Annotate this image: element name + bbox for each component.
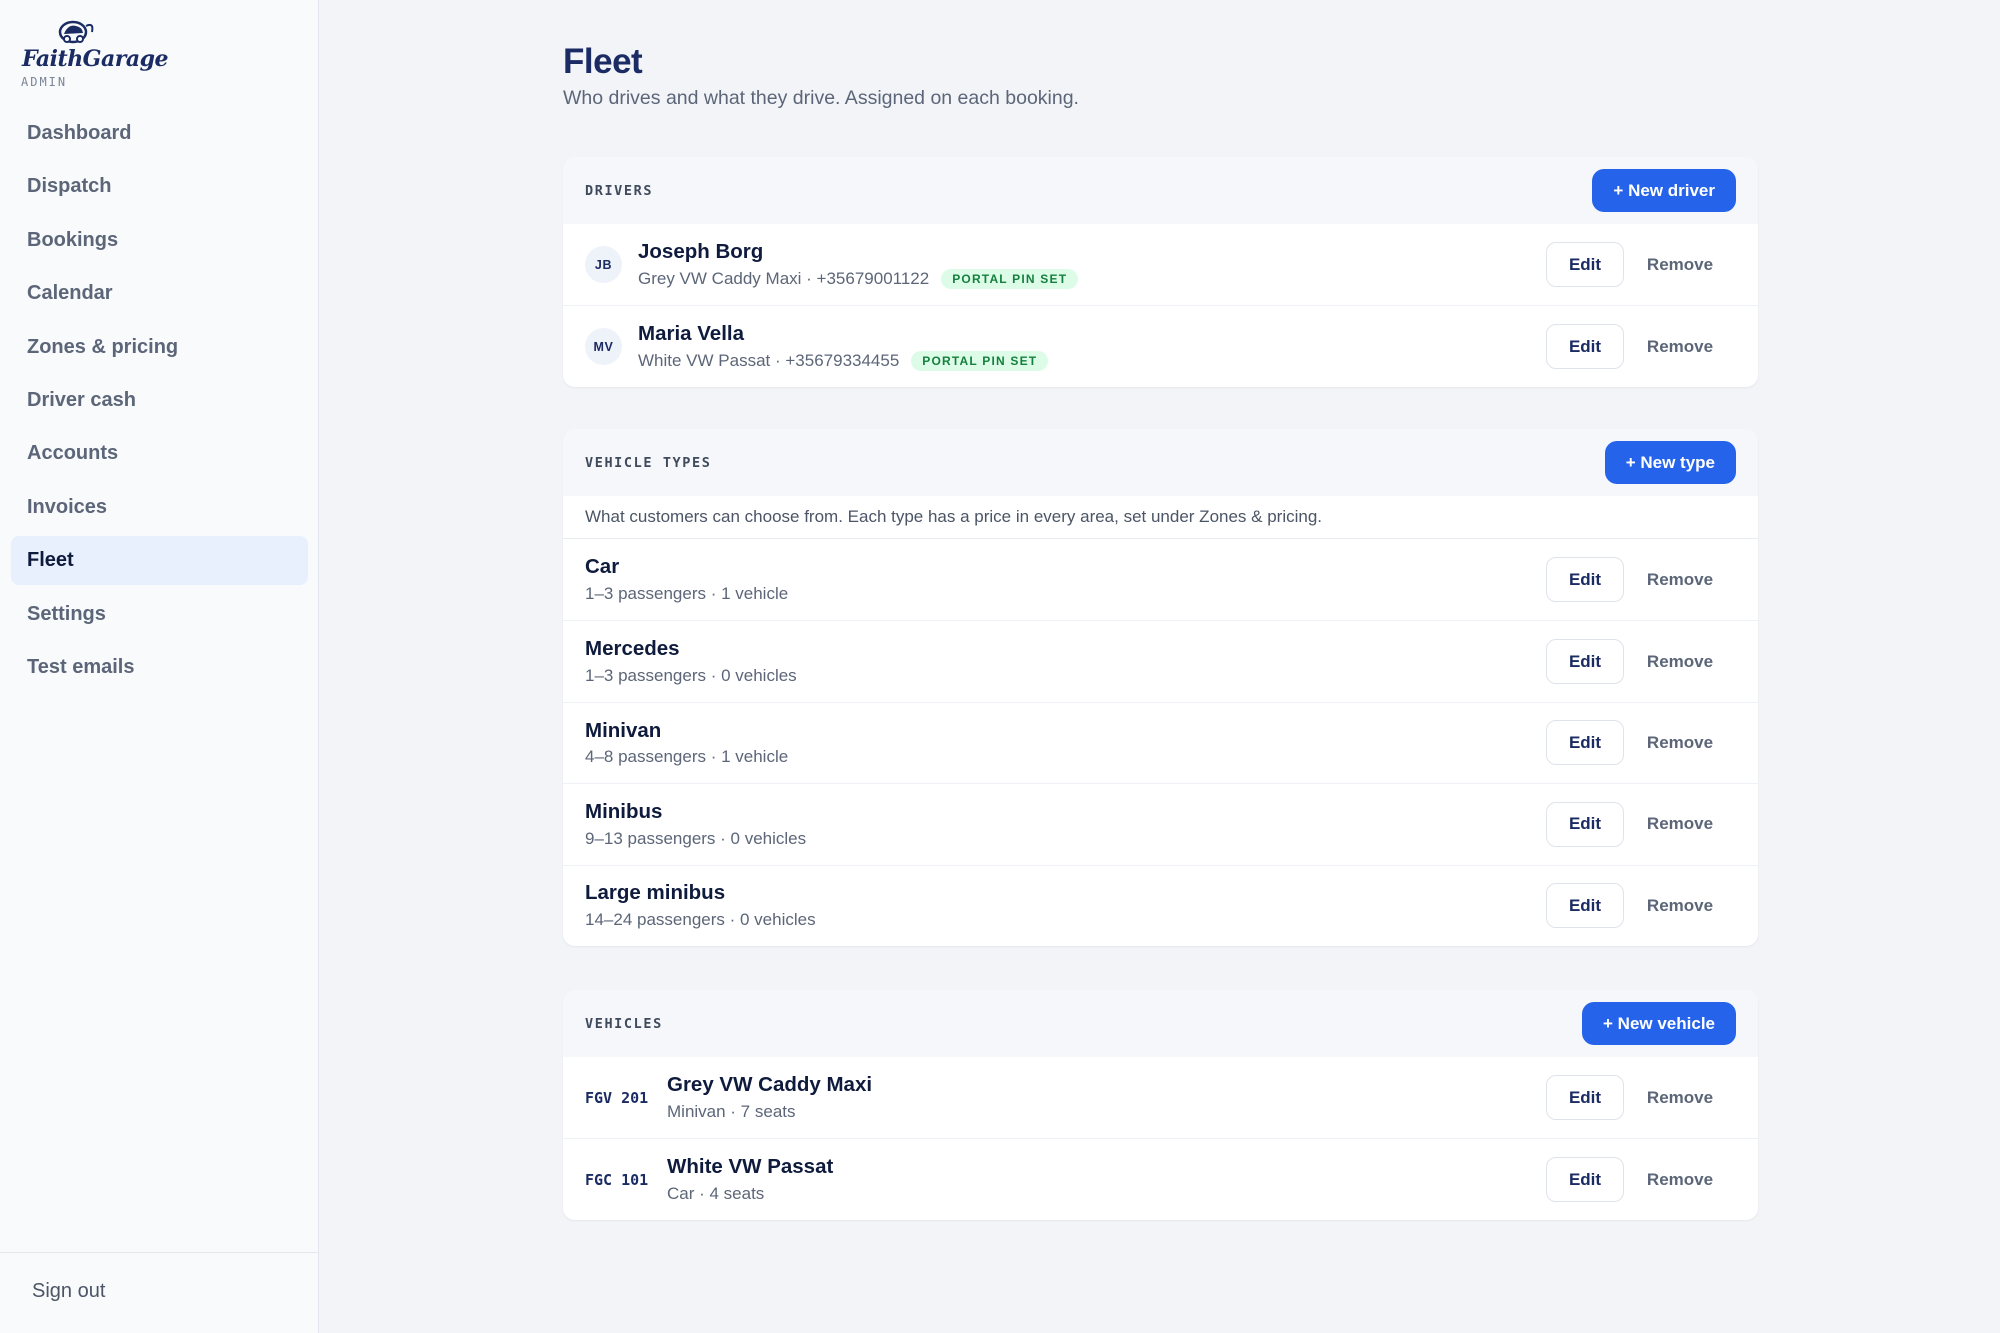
sidebar-item-driver-cash[interactable]: Driver cash <box>11 376 308 425</box>
driver-name: Joseph Borg <box>638 240 764 264</box>
driver-info: Maria Vella White VW Passat · +356793344… <box>638 322 1546 371</box>
vehicle-types-note: What customers can choose from. Each typ… <box>563 496 1758 539</box>
brand-sub: ADMIN <box>21 75 68 89</box>
vehicle-type-info: Minivan 4–8 passengers · 1 vehicle <box>585 719 1546 768</box>
driver-name: Maria Vella <box>638 322 744 346</box>
vehicle-type-info: Mercedes 1–3 passengers · 0 vehicles <box>585 637 1546 686</box>
page-title: Fleet <box>563 42 643 81</box>
vehicle-type-row: Minivan 4–8 passengers · 1 vehicle Edit … <box>563 701 1758 783</box>
vehicles-card-header: VEHICLES + New vehicle <box>563 990 1758 1057</box>
remove-driver-button[interactable]: Remove <box>1630 255 1730 275</box>
vehicles-heading: VEHICLES <box>585 1015 663 1032</box>
remove-type-button[interactable]: Remove <box>1630 814 1730 834</box>
vehicle-row: FGC 101 White VW Passat Car · 4 seats Ed… <box>563 1138 1758 1219</box>
remove-type-button[interactable]: Remove <box>1630 733 1730 753</box>
vehicle-type-meta: 9–13 passengers · 0 vehicles <box>585 828 807 848</box>
sidebar-item-calendar[interactable]: Calendar <box>11 269 308 318</box>
remove-vehicle-button[interactable]: Remove <box>1630 1088 1730 1108</box>
sidebar-item-dispatch[interactable]: Dispatch <box>11 162 308 211</box>
vehicle-type-meta: 1–3 passengers · 1 vehicle <box>585 583 789 603</box>
driver-row: JB Joseph Borg Grey VW Caddy Maxi · +356… <box>563 224 1758 305</box>
vehicle-type-row: Car 1–3 passengers · 1 vehicle Edit Remo… <box>563 539 1758 620</box>
vehicle-type-info: Car 1–3 passengers · 1 vehicle <box>585 555 1546 604</box>
portal-pin-badge: PORTAL PIN SET <box>911 350 1049 371</box>
edit-vehicle-button[interactable]: Edit <box>1546 1075 1624 1121</box>
driver-vehicle-phone: Grey VW Caddy Maxi · +35679001122 <box>638 268 930 288</box>
edit-driver-button[interactable]: Edit <box>1546 324 1624 370</box>
vehicle-types-heading: VEHICLE TYPES <box>585 454 712 471</box>
vehicle-type-row: Minibus 9–13 passengers · 0 vehicles Edi… <box>563 783 1758 864</box>
edit-driver-button[interactable]: Edit <box>1546 242 1624 288</box>
new-vehicle-button[interactable]: + New vehicle <box>1582 1002 1736 1045</box>
vehicle-type-meta: 4–8 passengers · 1 vehicle <box>585 747 789 767</box>
vehicle-name: White VW Passat <box>667 1155 834 1179</box>
sidebar-item-fleet[interactable]: Fleet <box>11 536 308 586</box>
new-type-button[interactable]: + New type <box>1604 441 1736 484</box>
sidebar-nav: Dashboard Dispatch Bookings Calendar Zon… <box>11 109 308 696</box>
edit-vehicle-button[interactable]: Edit <box>1546 1157 1624 1203</box>
vehicle-type-row: Large minibus 14–24 passengers · 0 vehic… <box>563 864 1758 946</box>
vehicle-plate: FGV 201 <box>585 1088 649 1107</box>
remove-type-button[interactable]: Remove <box>1630 896 1730 916</box>
remove-vehicle-button[interactable]: Remove <box>1630 1170 1730 1190</box>
driver-avatar: MV <box>585 328 622 366</box>
remove-driver-button[interactable]: Remove <box>1630 337 1730 357</box>
sidebar-item-bookings[interactable]: Bookings <box>11 216 308 265</box>
sign-out-link[interactable]: Sign out <box>32 1280 105 1303</box>
sidebar-item-settings[interactable]: Settings <box>11 590 308 639</box>
vehicle-name: Grey VW Caddy Maxi <box>667 1073 873 1097</box>
vehicle-type-row: Mercedes 1–3 passengers · 0 vehicles Edi… <box>563 620 1758 701</box>
vehicle-type-info: Large minibus 14–24 passengers · 0 vehic… <box>585 881 1546 930</box>
vehicle-type-name: Minivan <box>585 718 662 742</box>
driver-meta: Grey VW Caddy Maxi · +35679001122 PORTAL… <box>638 268 1546 289</box>
sidebar-item-dashboard[interactable]: Dashboard <box>11 109 308 158</box>
vehicle-types-card-header: VEHICLE TYPES + New type <box>563 429 1758 496</box>
driver-meta: White VW Passat · +35679334455 PORTAL PI… <box>638 350 1546 371</box>
car-logo-icon <box>58 20 94 44</box>
brand-logo[interactable]: FaithGarage ADMIN <box>20 18 168 92</box>
remove-type-button[interactable]: Remove <box>1630 652 1730 672</box>
vehicle-type-meta: 14–24 passengers · 0 vehicles <box>585 910 816 930</box>
vehicle-types-card: VEHICLE TYPES + New type What customers … <box>563 429 1758 946</box>
vehicle-type-info: Minibus 9–13 passengers · 0 vehicles <box>585 800 1546 849</box>
sidebar-item-zones-pricing[interactable]: Zones & pricing <box>11 323 308 372</box>
driver-vehicle-phone: White VW Passat · +35679334455 <box>638 350 900 370</box>
sidebar-divider <box>0 1252 319 1253</box>
vehicle-type-name: Car <box>585 555 620 579</box>
new-driver-button[interactable]: + New driver <box>1592 169 1736 212</box>
sidebar: FaithGarage ADMIN Dashboard Dispatch Boo… <box>0 0 319 1333</box>
page-subtitle: Who drives and what they drive. Assigned… <box>563 87 1079 109</box>
sidebar-item-invoices[interactable]: Invoices <box>11 483 308 532</box>
edit-type-button[interactable]: Edit <box>1546 720 1624 766</box>
edit-type-button[interactable]: Edit <box>1546 883 1624 929</box>
sidebar-item-test-emails[interactable]: Test emails <box>11 643 308 692</box>
drivers-card: DRIVERS + New driver JB Joseph Borg Grey… <box>563 157 1758 387</box>
vehicle-info: Grey VW Caddy Maxi Minivan · 7 seats <box>667 1073 1546 1122</box>
brand-name: FaithGarage <box>22 46 168 72</box>
driver-row: MV Maria Vella White VW Passat · +356793… <box>563 305 1758 386</box>
drivers-heading: DRIVERS <box>585 182 654 199</box>
vehicle-plate: FGC 101 <box>585 1170 649 1189</box>
edit-type-button[interactable]: Edit <box>1546 801 1624 847</box>
drivers-card-header: DRIVERS + New driver <box>563 157 1758 224</box>
portal-pin-badge: PORTAL PIN SET <box>941 268 1079 289</box>
sidebar-item-accounts[interactable]: Accounts <box>11 429 308 478</box>
driver-info: Joseph Borg Grey VW Caddy Maxi · +356790… <box>638 240 1546 289</box>
edit-type-button[interactable]: Edit <box>1546 639 1624 685</box>
driver-avatar: JB <box>585 246 622 284</box>
vehicle-type-meta: 1–3 passengers · 0 vehicles <box>585 665 797 685</box>
vehicle-meta: Car · 4 seats <box>667 1183 765 1203</box>
edit-type-button[interactable]: Edit <box>1546 557 1624 603</box>
remove-type-button[interactable]: Remove <box>1630 570 1730 590</box>
vehicle-info: White VW Passat Car · 4 seats <box>667 1155 1546 1204</box>
vehicle-type-name: Mercedes <box>585 637 680 661</box>
vehicles-card: VEHICLES + New vehicle FGV 201 Grey VW C… <box>563 990 1758 1220</box>
vehicle-type-name: Minibus <box>585 800 663 824</box>
vehicle-row: FGV 201 Grey VW Caddy Maxi Minivan · 7 s… <box>563 1057 1758 1138</box>
vehicle-meta: Minivan · 7 seats <box>667 1101 796 1121</box>
vehicle-type-name: Large minibus <box>585 881 726 905</box>
